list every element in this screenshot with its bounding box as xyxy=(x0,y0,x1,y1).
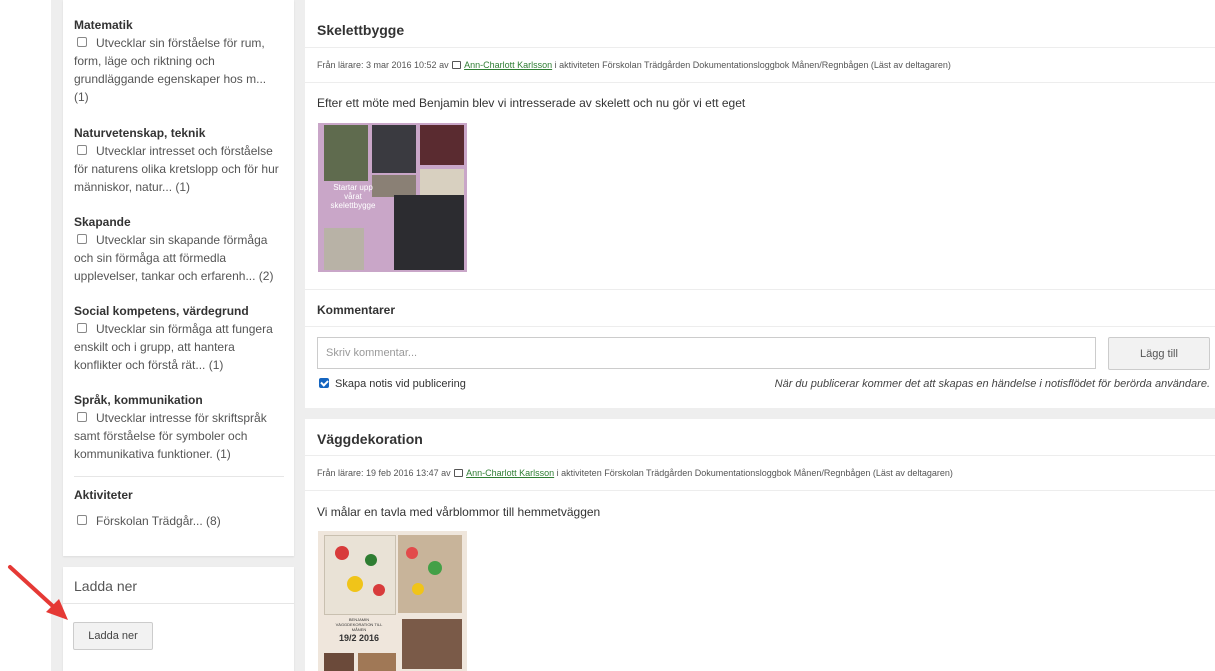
category-matematik: Matematik Utvecklar sin förståelse för r… xyxy=(74,16,284,106)
author-link[interactable]: Ann-Charlott Karlsson xyxy=(466,468,554,478)
post-meta: Från lärare: 3 mar 2016 10:52 av Ann-Cha… xyxy=(317,60,951,70)
divider xyxy=(74,476,284,477)
comments-title: Kommentarer xyxy=(317,303,396,317)
post-image[interactable]: Startar upp vårat skelettbygge xyxy=(318,123,467,272)
divider xyxy=(305,490,1215,491)
divider xyxy=(305,82,1215,83)
category-sprak: Språk, kommunikation Utvecklar intresse … xyxy=(74,391,284,463)
red-arrow-annotation xyxy=(8,565,68,620)
notify-toggle[interactable]: Skapa notis vid publicering xyxy=(319,378,466,390)
post-meta: Från lärare: 19 feb 2016 13:47 av Ann-Ch… xyxy=(317,468,953,478)
photo-tile xyxy=(420,125,464,165)
divider xyxy=(305,326,1215,327)
checkbox[interactable] xyxy=(77,145,87,155)
category-title: Naturvetenskap, teknik xyxy=(74,126,206,140)
photo-tile xyxy=(324,125,368,181)
download-title: Ladda ner xyxy=(74,578,138,594)
comment-icon xyxy=(452,61,462,69)
divider xyxy=(305,289,1215,290)
divider xyxy=(305,47,1215,48)
notify-checkbox[interactable] xyxy=(319,378,329,388)
post-vaggdekoration: Väggdekoration Från lärare: 19 feb 2016 … xyxy=(305,419,1215,671)
checkbox[interactable] xyxy=(77,234,87,244)
post-title: Skelettbygge xyxy=(317,22,405,38)
category-title: Skapande xyxy=(74,215,131,229)
image-caption: BENJAMIN VÄGGDEKORATION TILL MÅNEN 19/2 201… xyxy=(335,617,383,643)
divider xyxy=(63,603,294,604)
download-button[interactable]: Ladda ner xyxy=(73,622,153,650)
filter-option[interactable]: Utvecklar sin förståelse för rum, form, l… xyxy=(74,34,284,106)
post-image[interactable]: BENJAMIN VÄGGDEKORATION TILL MÅNEN 19/2 201… xyxy=(318,531,467,671)
photo-tile xyxy=(358,653,396,671)
photo-tile xyxy=(394,195,464,270)
photo-tile xyxy=(324,653,354,671)
category-title: Språk, kommunikation xyxy=(74,393,203,407)
filter-option[interactable]: Utvecklar intresset och förståelse för na… xyxy=(74,142,284,196)
post-text: Vi målar en tavla med vårblommor till he… xyxy=(317,505,601,519)
photo-tile xyxy=(402,619,462,669)
category-title: Matematik xyxy=(74,18,133,32)
filter-option[interactable]: Utvecklar sin förmåga att fungera enskilt… xyxy=(74,320,284,374)
checkbox[interactable] xyxy=(77,37,87,47)
category-social-kompetens: Social kompetens, värdegrund Utvecklar s… xyxy=(74,302,284,374)
divider xyxy=(305,455,1215,456)
activity-filter-option[interactable]: Förskolan Trädgår... (8) xyxy=(74,512,284,530)
image-caption: Startar upp vårat skelettbygge xyxy=(330,183,376,210)
comment-input[interactable] xyxy=(317,337,1096,369)
checkbox[interactable] xyxy=(77,412,87,422)
add-comment-button[interactable]: Lägg till xyxy=(1108,337,1210,370)
checkbox[interactable] xyxy=(77,515,87,525)
download-panel: Ladda ner Ladda ner xyxy=(63,567,294,671)
filter-option[interactable]: Utvecklar sin skapande förmåga och sin fö… xyxy=(74,231,284,285)
post-skelettbygge: Skelettbygge Från lärare: 3 mar 2016 10:… xyxy=(305,0,1215,408)
category-title: Social kompetens, värdegrund xyxy=(74,304,249,318)
photo-tile xyxy=(372,125,416,173)
photo-tile xyxy=(324,228,364,270)
notify-label: Skapa notis vid publicering xyxy=(335,378,466,390)
notify-note: När du publicerar kommer det att skapas … xyxy=(774,378,1210,390)
checkbox[interactable] xyxy=(77,323,87,333)
category-naturvetenskap: Naturvetenskap, teknik Utvecklar intress… xyxy=(74,124,284,196)
post-title: Väggdekoration xyxy=(317,431,423,447)
category-aktiviteter: Aktiviteter Förskolan Trädgår... (8) xyxy=(74,486,284,530)
filter-panel: Matematik Utvecklar sin förståelse för r… xyxy=(63,0,294,556)
photo-tile xyxy=(398,535,462,613)
comment-icon xyxy=(454,469,464,477)
post-text: Efter ett möte med Benjamin blev vi intr… xyxy=(317,96,746,110)
category-skapande: Skapande Utvecklar sin skapande förmåga o… xyxy=(74,213,284,285)
category-title: Aktiviteter xyxy=(74,488,133,502)
filter-option[interactable]: Utvecklar intresse för skriftspråk samt f… xyxy=(74,409,284,463)
photo-tile xyxy=(324,535,396,615)
author-link[interactable]: Ann-Charlott Karlsson xyxy=(464,60,552,70)
